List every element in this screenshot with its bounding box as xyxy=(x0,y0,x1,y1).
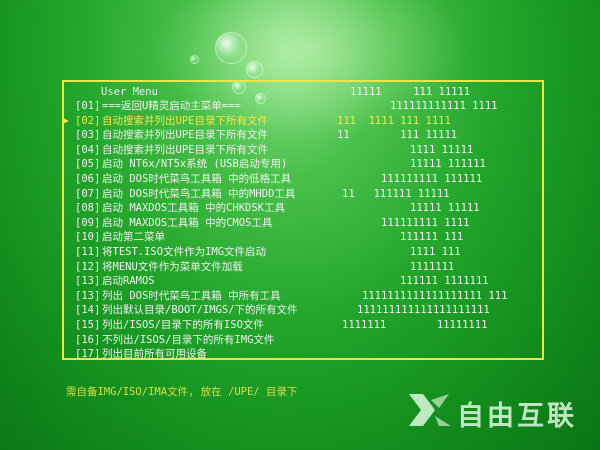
menu-item-number: [07] xyxy=(75,187,101,200)
menu-item-number: [14] xyxy=(75,304,101,317)
menu-item-filler: 1111111 xyxy=(410,260,455,273)
footer-note: 需自备IMG/ISO/IMA文件, 放在 /UPE/ 目录下 xyxy=(66,386,298,398)
menu-item-label: 启动 DOS时代菜鸟工具箱 中的低格工具 xyxy=(102,172,292,185)
watermark-text: 自由互联 xyxy=(457,401,577,432)
menu-item-label: ===返回U精灵启动主菜单=== xyxy=(102,100,241,112)
menu-item[interactable]: [15] 列出/ISOS/目录下的所有ISO文件 1111111 11111111 xyxy=(70,318,540,333)
menu-item-label: 启动 DOS时代菜鸟工具箱 中的MHDD工具 xyxy=(102,187,296,200)
menu-item-number: [13] xyxy=(75,289,101,302)
menu-item-label: 启动RAMOS xyxy=(102,275,155,288)
menu-item-number: [13] xyxy=(75,275,101,288)
menu-item-filler: 1111 11111 xyxy=(410,143,474,156)
menu-item-filler: 111 1111 111 1111 xyxy=(337,114,451,127)
menu-item-filler: 11 111111 11111 xyxy=(342,187,450,200)
menu-item-number: [16] xyxy=(75,333,101,346)
watermark-logo: 自由互联 xyxy=(405,390,595,432)
menu-item-label: 启动 MAXDOS工具箱 中的CHKDSK工具 xyxy=(102,202,286,215)
menu-item-label: 自动搜索并列出UPE目录下所有文件 xyxy=(102,114,268,127)
menu-item[interactable]: [09] 启动 MAXDOS工具箱 中的CMOS工具 111111111 1111 xyxy=(70,216,540,231)
menu-item-number: [10] xyxy=(75,231,101,244)
menu-item-label: 自动搜索并列出UPE目录下所有文件 xyxy=(102,143,268,156)
menu-item-number: [02] xyxy=(75,114,101,127)
menu-item-filler: 111111111 111111 xyxy=(381,172,483,185)
menu-item[interactable]: [13] 启动RAMOS 111111 1111111 xyxy=(70,274,540,289)
menu-item-number: [17] xyxy=(75,348,101,361)
menu-item-label: 启动第二菜单 xyxy=(102,231,165,244)
menu-item-filler: 1111 111 xyxy=(410,245,461,258)
menu-item-label: 列出默认目录/BOOT/IMGS/下的所有文件 xyxy=(102,304,298,317)
menu-item[interactable]: [14] 列出默认目录/BOOT/IMGS/下的所有文件 1111111111111… xyxy=(70,303,540,318)
menu-item-number: [15] xyxy=(75,318,101,331)
menu-item-number: [05] xyxy=(75,158,101,171)
menu-item[interactable]: [17] 列出目前所有可用设备 xyxy=(70,347,540,362)
menu-item[interactable]: [07] 启动 DOS时代菜鸟工具箱 中的MHDD工具 11 111111 1111… xyxy=(70,187,540,202)
menu-item-number: [06] xyxy=(75,172,101,185)
menu-item-number: [12] xyxy=(75,260,101,273)
menu-item-label: 启动 MAXDOS工具箱 中的CMOS工具 xyxy=(102,216,273,229)
menu-item[interactable]: [06] 启动 DOS时代菜鸟工具箱 中的低格工具 111111111 111111 xyxy=(70,172,540,187)
menu-item-filler: 111111111 1111 xyxy=(381,216,470,229)
menu-item-label: 将TEST.ISO文件作为IMG文件启动 xyxy=(102,245,267,258)
menu-item-number: [03] xyxy=(75,129,101,142)
menu-item[interactable]: [05] 启动 NT6x/NT5x系统 (USB启动专用) 11111 111111 xyxy=(70,157,540,172)
menu-item-filler: 111111111111111111111 xyxy=(357,304,490,317)
menu-item-filler: 1111111 11111111 xyxy=(342,318,488,331)
selection-arrow-icon: ▶ xyxy=(64,115,69,125)
menu-item[interactable]: [04] 自动搜索并列出UPE目录下所有文件 1111 11111 xyxy=(70,143,540,158)
x-logo-icon xyxy=(409,394,451,426)
menu-item-number: [01] xyxy=(75,100,101,112)
menu-item-number: [04] xyxy=(75,143,101,156)
menu-item-label: 不列出/ISOS/目录下的所有IMG文件 xyxy=(102,333,275,346)
menu-item-label: 列出 DOS时代菜鸟工具箱 中所有工具 xyxy=(102,289,281,302)
menu-title: User Menu xyxy=(101,86,158,98)
menu-item-label: 列出/ISOS/目录下的所有ISO文件 xyxy=(102,318,264,331)
menu-item-filler: 111111 1111111 xyxy=(400,275,489,288)
menu-item-label: 列出目前所有可用设备 xyxy=(102,348,207,361)
menu-item-label: 自动搜索并列出UPE目录下所有文件 xyxy=(102,129,268,142)
menu-item-label: 启动 NT6x/NT5x系统 (USB启动专用) xyxy=(102,158,288,171)
menu-item-filler: 111111 111 xyxy=(400,231,464,244)
bubble-decoration xyxy=(246,61,263,78)
menu-item[interactable]: [01] ===返回U精灵启动主菜单=== 111111111111 1111 xyxy=(70,99,540,114)
menu-item[interactable]: [16] 不列出/ISOS/目录下的所有IMG文件 xyxy=(70,333,540,348)
menu-item[interactable]: ▶ [02] 自动搜索并列出UPE目录下所有文件 111 1111 111 1111 xyxy=(64,114,540,129)
menu-item[interactable]: [11] 将TEST.ISO文件作为IMG文件启动 1111 111 xyxy=(70,245,540,260)
menu-item-number: [08] xyxy=(75,202,101,215)
menu-item-number: [09] xyxy=(75,216,101,229)
menu-item-number: [11] xyxy=(75,245,101,258)
menu-item[interactable]: [03] 自动搜索并列出UPE目录下所有文件 11 111 11111 xyxy=(70,128,540,143)
menu-item[interactable]: [12] 将MENU文件作为菜单文件加载 1111111 xyxy=(70,260,540,275)
menu-item-filler: 11 111 11111 xyxy=(337,129,458,142)
bubble-decoration xyxy=(215,32,247,64)
menu-title-ones: 11111 111 11111 xyxy=(350,86,471,98)
menu-item-label: 将MENU文件作为菜单文件加载 xyxy=(102,260,243,273)
menu-item-filler: 11111 11111 xyxy=(410,202,480,215)
menu-item-filler: 1111111111111111111 111 xyxy=(362,289,508,302)
bubble-decoration xyxy=(190,55,199,64)
boot-menu-list: [01] ===返回U精灵启动主菜单=== 111111111111 1111 ▶ [0… xyxy=(64,99,540,362)
menu-item[interactable]: [08] 启动 MAXDOS工具箱 中的CHKDSK工具 11111 11111 xyxy=(70,201,540,216)
menu-item-filler: 111111111111 1111 xyxy=(390,100,498,112)
menu-item[interactable]: [13] 列出 DOS时代菜鸟工具箱 中所有工具 11111111111111111… xyxy=(70,289,540,304)
menu-item[interactable]: [10] 启动第二菜单 111111 111 xyxy=(70,230,540,245)
menu-item-filler: 11111 111111 xyxy=(410,158,486,171)
